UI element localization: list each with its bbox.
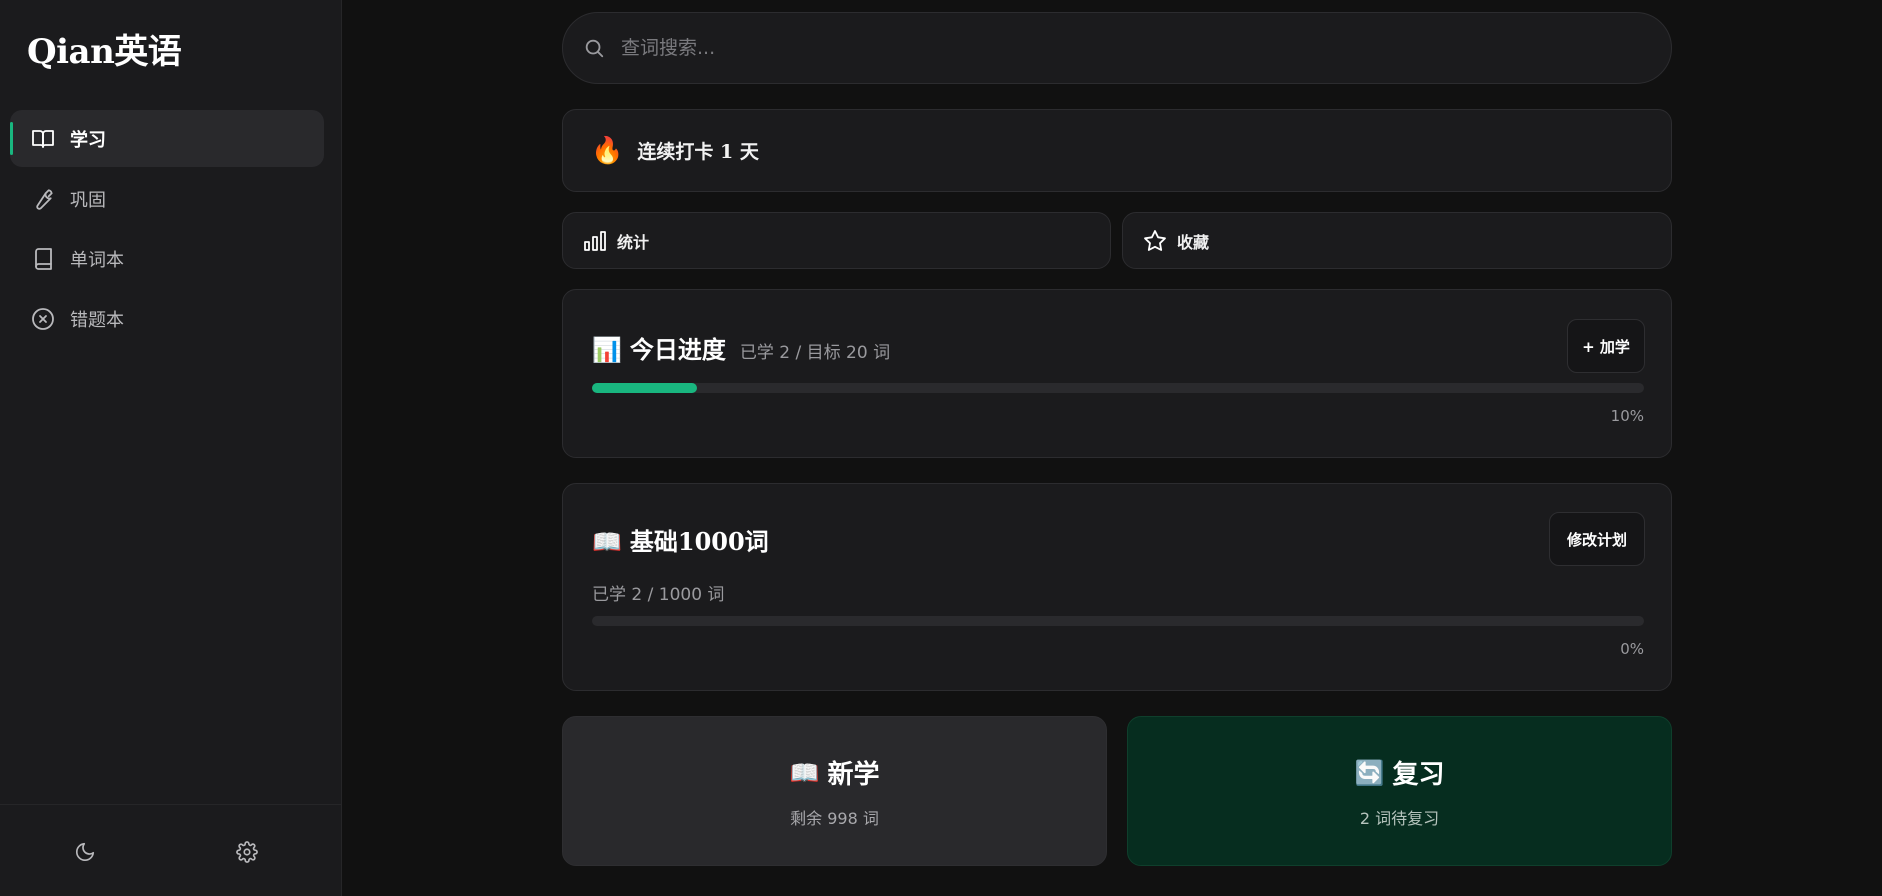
settings-button[interactable]: [233, 838, 261, 866]
book-emoji-icon: 📖: [592, 528, 622, 556]
today-progress-card: 📊 今日进度 已学 2 / 目标 20 词 + 加学 10%: [562, 289, 1672, 458]
search-bar[interactable]: [562, 12, 1672, 84]
today-progress-bar: [592, 383, 1644, 393]
sidebar: Qian英语 学习 巩固 单词本 错题本: [0, 0, 342, 896]
sidebar-item-label: 单词本: [70, 249, 124, 271]
stats-button[interactable]: 统计: [562, 212, 1111, 269]
edit-plan-button[interactable]: 修改计划: [1549, 512, 1645, 566]
plan-header: 📖 基础1000词: [592, 522, 769, 557]
review-title-row: 🔄 复习: [1355, 754, 1445, 791]
wrench-icon: [30, 186, 56, 212]
favorites-label: 收藏: [1177, 232, 1210, 252]
review-button[interactable]: 🔄 复习 2 词待复习: [1127, 716, 1672, 866]
streak-text: 连续打卡 1 天: [637, 141, 759, 163]
x-circle-icon: [30, 306, 56, 332]
sidebar-footer: [0, 804, 341, 896]
star-icon: [1144, 229, 1166, 251]
learn-new-subtitle: 剩余 998 词: [790, 808, 879, 828]
stats-label: 统计: [617, 232, 650, 252]
today-progress-title: 今日进度: [629, 335, 726, 364]
sidebar-nav: 学习 巩固 单词本 错题本: [10, 110, 324, 350]
plan-progress-bar: [592, 616, 1644, 626]
plan-progress-percent: 0%: [1620, 640, 1644, 658]
moon-icon: [75, 842, 95, 862]
sidebar-item-mistakes[interactable]: 错题本: [10, 290, 324, 347]
today-progress-subtitle: 已学 2 / 目标 20 词: [739, 343, 891, 363]
book-emoji-icon: 📖: [789, 757, 820, 787]
sidebar-item-label: 学习: [70, 129, 106, 151]
review-subtitle: 2 词待复习: [1359, 808, 1440, 828]
plan-title: 基础1000词: [629, 527, 769, 556]
learn-new-title-row: 📖 新学: [790, 754, 880, 791]
plan-card: 📖 基础1000词 修改计划 已学 2 / 1000 词 0%: [562, 483, 1672, 691]
app-logo[interactable]: Qian英语: [27, 24, 182, 73]
search-input[interactable]: [621, 37, 1521, 59]
review-title: 复习: [1392, 759, 1445, 790]
theme-toggle-button[interactable]: [71, 838, 99, 866]
today-progress-header: 📊 今日进度 已学 2 / 目标 20 词: [592, 330, 890, 365]
sidebar-item-consolidate[interactable]: 巩固: [10, 170, 324, 227]
bar-chart-icon: [584, 230, 606, 251]
refresh-emoji-icon: 🔄: [1354, 757, 1385, 787]
learn-new-title: 新学: [827, 759, 880, 790]
notebook-icon: [30, 246, 56, 272]
plan-subtitle: 已学 2 / 1000 词: [592, 585, 725, 605]
sidebar-item-study[interactable]: 学习: [10, 110, 324, 167]
streak-card: 🔥 连续打卡 1 天: [562, 109, 1672, 192]
sidebar-item-label: 巩固: [70, 189, 106, 211]
gear-icon: [236, 841, 258, 863]
today-progress-percent: 10%: [1610, 407, 1644, 425]
book-open-icon: [30, 126, 56, 152]
sidebar-item-wordbook[interactable]: 单词本: [10, 230, 324, 287]
favorites-button[interactable]: 收藏: [1122, 212, 1672, 269]
flame-icon: 🔥: [591, 135, 624, 166]
add-study-button[interactable]: + 加学: [1567, 319, 1645, 373]
today-progress-fill: [592, 383, 698, 393]
chart-emoji-icon: 📊: [592, 336, 622, 364]
search-icon: [585, 39, 604, 58]
sidebar-item-label: 错题本: [70, 309, 124, 331]
learn-new-button[interactable]: 📖 新学 剩余 998 词: [562, 716, 1107, 866]
